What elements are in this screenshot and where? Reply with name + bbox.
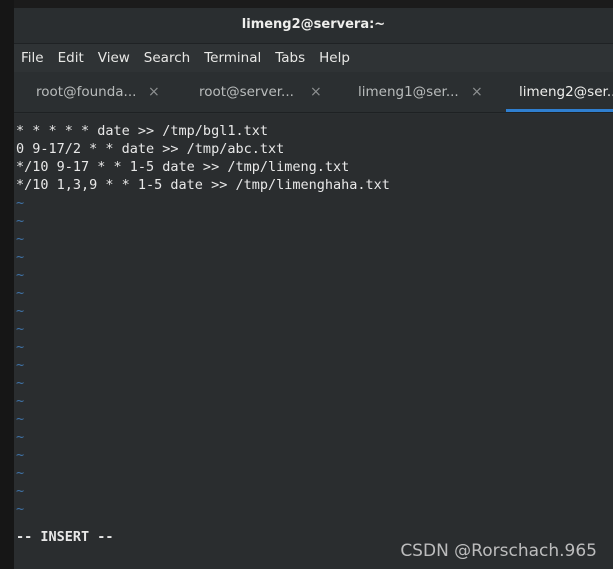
tab-label: limeng2@ser...	[519, 84, 613, 100]
close-icon[interactable]: ×	[148, 72, 160, 112]
close-icon[interactable]: ×	[471, 72, 483, 112]
menu-tabs[interactable]: Tabs	[268, 44, 312, 72]
empty-line-marker: ~	[16, 249, 25, 265]
editor-line-4: */10 1,3,9 * * 1-5 date >> /tmp/limengha…	[16, 177, 390, 193]
editor-line-1: * * * * * date >> /tmp/bgl1.txt	[16, 123, 268, 139]
empty-line-marker: ~	[16, 195, 25, 211]
tab-limeng2-server[interactable]: limeng2@ser...	[506, 72, 613, 112]
empty-line-marker: ~	[16, 501, 25, 517]
desktop-edge	[0, 0, 14, 569]
empty-line-marker: ~	[16, 285, 25, 301]
watermark: CSDN @Rorschach.965	[400, 541, 597, 561]
tab-label: root@founda...	[36, 84, 137, 100]
empty-line-marker: ~	[16, 447, 25, 463]
empty-line-marker: ~	[16, 483, 25, 499]
empty-line-marker: ~	[16, 465, 25, 481]
menubar: File Edit View Search Terminal Tabs Help	[14, 44, 613, 72]
close-icon[interactable]: ×	[310, 72, 322, 112]
tab-label: limeng1@ser...	[358, 84, 459, 100]
menu-terminal[interactable]: Terminal	[197, 44, 268, 72]
empty-line-marker: ~	[16, 375, 25, 391]
empty-line-marker: ~	[16, 321, 25, 337]
tab-limeng1-server[interactable]: limeng1@ser... ×	[342, 72, 506, 112]
empty-line-marker: ~	[16, 231, 25, 247]
tab-root-foundation[interactable]: root@founda... ×	[14, 72, 178, 112]
menu-search[interactable]: Search	[137, 44, 197, 72]
vim-mode-indicator: -- INSERT --	[16, 529, 114, 545]
empty-line-marker: ~	[16, 303, 25, 319]
empty-line-marker: ~	[16, 213, 25, 229]
menu-view[interactable]: View	[91, 44, 137, 72]
empty-line-marker: ~	[16, 429, 25, 445]
titlebar[interactable]: limeng2@servera:~	[14, 8, 613, 44]
empty-line-marker: ~	[16, 393, 25, 409]
editor-line-3: */10 9-17 * * 1-5 date >> /tmp/limeng.tx…	[16, 159, 350, 175]
window-title: limeng2@servera:~	[241, 17, 386, 32]
editor-line-2: 0 9-17/2 * * date >> /tmp/abc.txt	[16, 141, 285, 157]
empty-line-marker: ~	[16, 411, 25, 427]
menu-edit[interactable]: Edit	[51, 44, 91, 72]
terminal-window: limeng2@servera:~ File Edit View Search …	[14, 8, 613, 569]
empty-line-marker: ~	[16, 267, 25, 283]
tab-label: root@server...	[199, 84, 294, 100]
screen: limeng2@servera:~ File Edit View Search …	[0, 0, 613, 569]
terminal-content[interactable]: * * * * * date >> /tmp/bgl1.txt 0 9-17/2…	[14, 114, 613, 569]
menu-file[interactable]: File	[14, 44, 51, 72]
empty-line-marker: ~	[16, 357, 25, 373]
tab-root-server[interactable]: root@server... ×	[178, 72, 342, 112]
empty-line-marker: ~	[16, 339, 25, 355]
tab-bar: root@founda... × root@server... × limeng…	[14, 72, 613, 113]
menu-help[interactable]: Help	[312, 44, 357, 72]
